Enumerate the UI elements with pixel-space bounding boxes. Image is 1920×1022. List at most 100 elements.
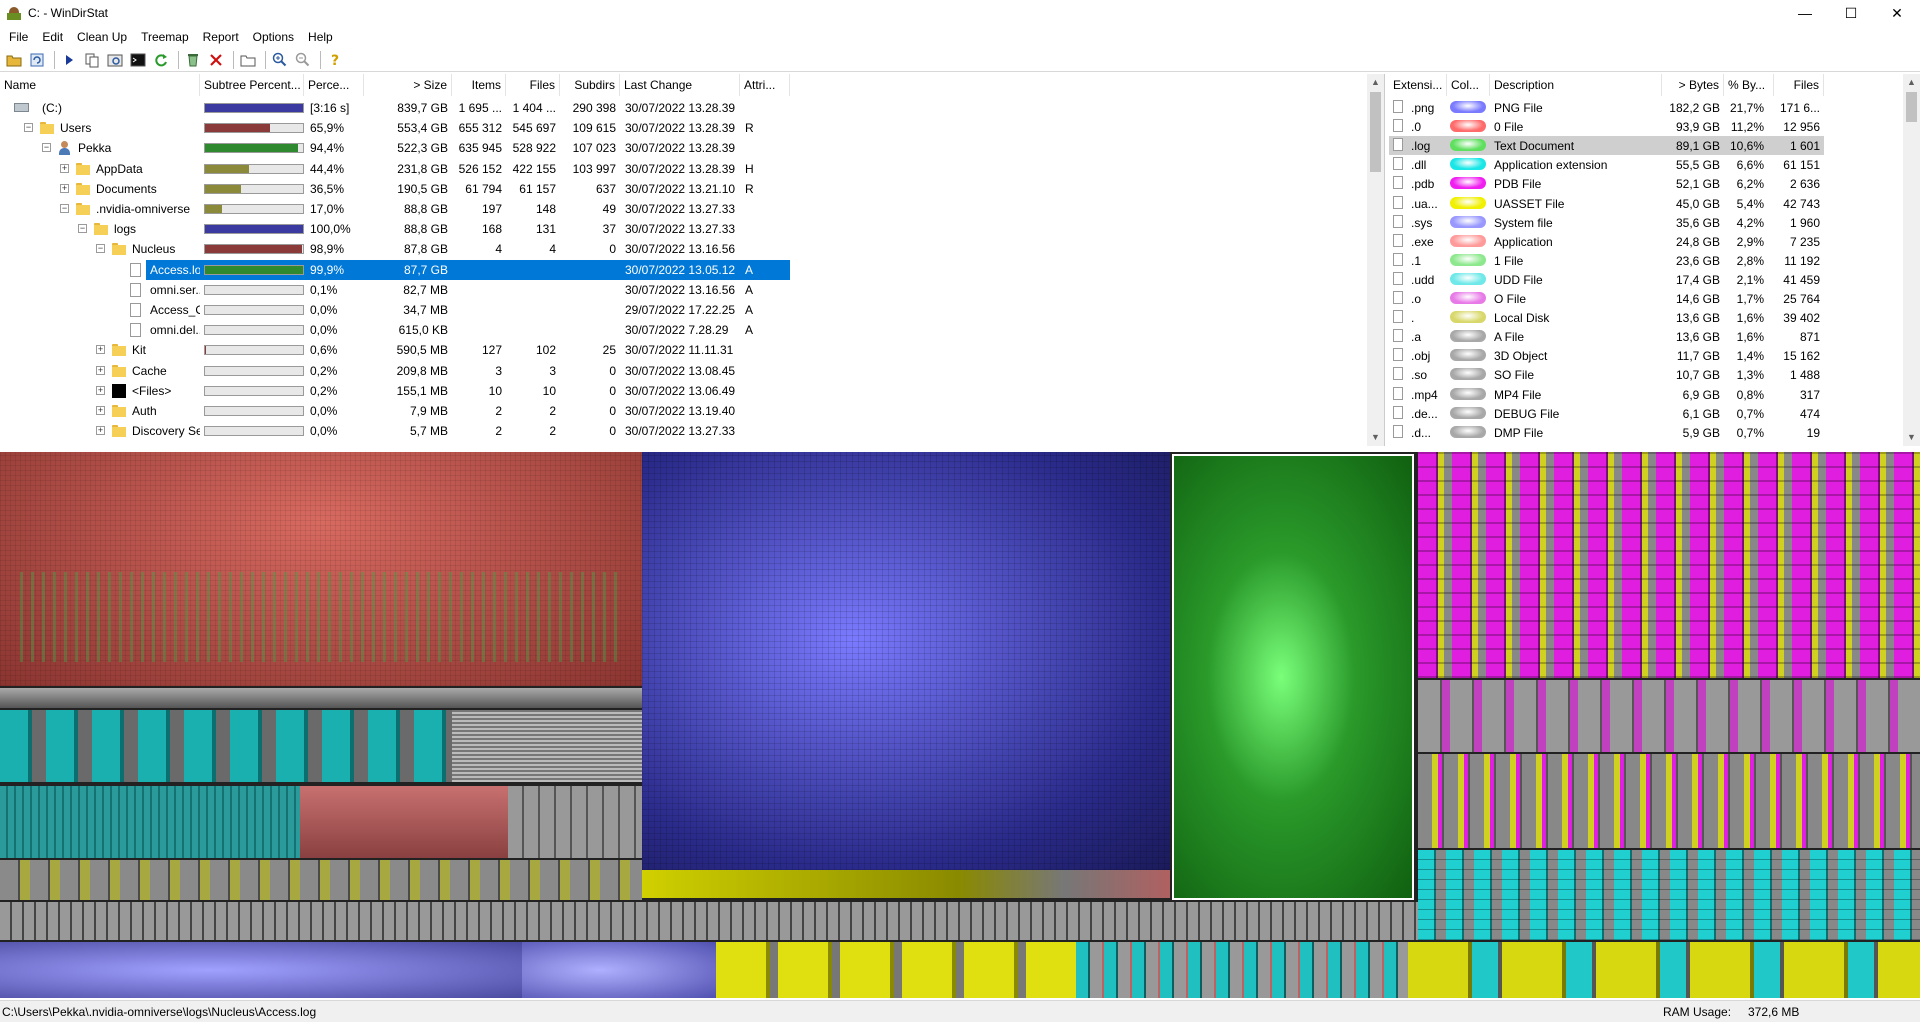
command-prompt-icon[interactable] <box>128 50 148 70</box>
tree-row[interactable]: + <Files> 0,2% 155,1 MB 10 10 0 30/07/2022 13.0… <box>0 381 790 401</box>
col-items[interactable]: Items <box>452 74 506 96</box>
tree-row[interactable]: + Documents 36,5% 190,5 GB 61 794 61 157 637 30… <box>0 179 790 199</box>
help-icon[interactable]: ? <box>325 50 345 70</box>
scroll-thumb[interactable] <box>1906 92 1917 122</box>
expand-icon[interactable]: + <box>96 385 105 395</box>
treemap-block[interactable] <box>300 786 508 858</box>
extension-row[interactable]: .obj 3D Object 11,7 GB 1,4% 15 162 <box>1389 346 1824 365</box>
treemap-block[interactable] <box>0 710 452 782</box>
col-color[interactable]: Col... <box>1447 74 1490 96</box>
tree-row[interactable]: Access_O... 0,0% 34,7 MB 29/07/2022 17.22.2… <box>0 300 790 320</box>
tree-row[interactable]: + Discovery Se... 0,0% 5,7 MB 2 2 0 30/07/2022 … <box>0 421 790 441</box>
treemap-block[interactable] <box>0 786 300 858</box>
col-extension[interactable]: Extensi... <box>1389 74 1447 96</box>
col-subdirs[interactable]: Subdirs <box>560 74 620 96</box>
tree-scrollbar[interactable]: ▲ ▼ <box>1367 74 1384 446</box>
scroll-down-icon[interactable]: ▼ <box>1903 429 1920 446</box>
tree-row[interactable]: + Auth 0,0% 7,9 MB 2 2 0 30/07/2022 13.19.40 <box>0 401 790 421</box>
extension-row[interactable]: .a A File 13,6 GB 1,6% 871 <box>1389 327 1824 346</box>
extension-row[interactable]: .png PNG File 182,2 GB 21,7% 171 6... <box>1389 98 1824 117</box>
delete-icon[interactable] <box>206 50 226 70</box>
menu-clean-up[interactable]: Clean Up <box>70 30 134 44</box>
menu-help[interactable]: Help <box>301 30 340 44</box>
col-percentage[interactable]: Perce... <box>304 74 364 96</box>
treemap[interactable] <box>0 452 1920 998</box>
treemap-selected-block[interactable] <box>1172 454 1414 900</box>
extension-row[interactable]: .udd UDD File 17,4 GB 2,1% 41 459 <box>1389 270 1824 289</box>
tree-row[interactable]: omni.ser... 0,1% 82,7 MB 30/07/2022 13.16.5… <box>0 280 790 300</box>
col-bytes[interactable]: > Bytes <box>1662 74 1724 96</box>
col-ext-files[interactable]: Files <box>1774 74 1824 96</box>
col-name[interactable]: Name <box>0 74 200 96</box>
zoom-in-icon[interactable] <box>270 50 290 70</box>
tree-row[interactable]: + Kit 0,6% 590,5 MB 127 102 25 30/07/2022 11.11… <box>0 340 790 360</box>
treemap-block[interactable] <box>0 942 522 998</box>
treemap-block[interactable] <box>1076 942 1408 998</box>
extension-row[interactable]: .d... DMP File 5,9 GB 0,7% 19 <box>1389 423 1824 442</box>
expand-icon[interactable]: + <box>96 426 105 436</box>
extension-row[interactable]: .de... DEBUG File 6,1 GB 0,7% 474 <box>1389 404 1824 423</box>
extension-row[interactable]: .sys System file 35,6 GB 4,2% 1 960 <box>1389 213 1824 232</box>
open-icon[interactable] <box>4 50 24 70</box>
scroll-up-icon[interactable]: ▲ <box>1367 74 1384 91</box>
expand-icon[interactable]: + <box>60 183 69 193</box>
collapse-icon[interactable]: − <box>96 244 105 254</box>
col-subtree-percent[interactable]: Subtree Percent... <box>200 74 304 96</box>
extension-row[interactable]: .pdb PDB File 52,1 GB 6,2% 2 636 <box>1389 174 1824 193</box>
close-button[interactable]: ✕ <box>1874 0 1920 26</box>
recycle-icon[interactable] <box>183 50 203 70</box>
tree-row[interactable]: − Pekka 94,4% 522,3 GB 635 945 528 922 107 023… <box>0 138 790 158</box>
expand-icon[interactable]: + <box>96 365 105 375</box>
collapse-icon[interactable]: − <box>60 204 69 213</box>
col-attributes[interactable]: Attri... <box>740 74 790 96</box>
scroll-up-icon[interactable]: ▲ <box>1903 74 1920 91</box>
col-size[interactable]: > Size <box>364 74 452 96</box>
copy-path-icon[interactable] <box>82 50 102 70</box>
extension-row[interactable]: .1 1 File 23,6 GB 2,8% 11 192 <box>1389 251 1824 270</box>
refresh-icon[interactable] <box>151 50 171 70</box>
menu-report[interactable]: Report <box>196 30 246 44</box>
ext-scrollbar[interactable]: ▲ ▼ <box>1903 74 1920 446</box>
tree-row[interactable]: − Users 65,9% 553,4 GB 655 312 545 697 109 615… <box>0 118 790 138</box>
minimize-button[interactable]: — <box>1782 0 1828 26</box>
treemap-block[interactable] <box>716 942 1076 998</box>
explorer-icon[interactable] <box>105 50 125 70</box>
tree-row[interactable]: omni.del... 0,0% 615,0 KB 30/07/2022 7.28.2… <box>0 320 790 340</box>
scroll-down-icon[interactable]: ▼ <box>1367 429 1384 446</box>
collapse-icon[interactable]: − <box>24 123 33 133</box>
tree-row[interactable]: − logs 100,0% 88,8 GB 168 131 37 30/07/2022 13.… <box>0 219 790 239</box>
zoom-out-icon[interactable] <box>293 50 313 70</box>
maximize-button[interactable]: ☐ <box>1828 0 1874 26</box>
tree-row[interactable]: Access.log 99,9%87,7 GB 30/07/2022 13.05.1… <box>0 259 790 280</box>
collapse-icon[interactable]: − <box>78 224 87 234</box>
menu-file[interactable]: File <box>2 30 35 44</box>
menu-options[interactable]: Options <box>246 30 301 44</box>
extension-row[interactable]: .so SO File 10,7 GB 1,3% 1 488 <box>1389 365 1824 384</box>
tree-row[interactable]: − .nvidia-omniverse 17,0% 88,8 GB 197 148 49 30… <box>0 199 790 219</box>
extension-row[interactable]: .log Text Document 89,1 GB 10,6% 1 601 <box>1389 136 1824 156</box>
menu-treemap[interactable]: Treemap <box>134 30 196 44</box>
extension-list[interactable]: Extensi... Col... Description > Bytes % … <box>1389 74 1920 446</box>
directory-tree[interactable]: Name Subtree Percent... Perce... > Size … <box>0 74 1385 446</box>
refresh-all-icon[interactable] <box>27 50 47 70</box>
scroll-thumb[interactable] <box>1370 92 1381 172</box>
new-folder-icon[interactable] <box>238 50 258 70</box>
tree-row[interactable]: − Nucleus 98,9% 87,8 GB 4 4 0 30/07/2022 13.16.… <box>0 239 790 259</box>
collapse-icon[interactable]: − <box>42 143 51 153</box>
extension-row[interactable]: .o O File 14,6 GB 1,7% 25 764 <box>1389 289 1824 308</box>
extension-row[interactable]: .mp4 MP4 File 6,9 GB 0,8% 317 <box>1389 385 1824 404</box>
treemap-block[interactable] <box>522 942 716 998</box>
extension-row[interactable]: .0 0 File 93,9 GB 11,2% 12 956 <box>1389 117 1824 136</box>
extension-row[interactable]: .exe Application 24,8 GB 2,9% 7 235 <box>1389 232 1824 251</box>
col-last-change[interactable]: Last Change <box>620 74 740 96</box>
extension-row[interactable]: .ua... UASSET File 45,0 GB 5,4% 42 743 <box>1389 194 1824 213</box>
expand-icon[interactable]: + <box>96 406 105 415</box>
play-icon[interactable] <box>59 50 79 70</box>
menu-edit[interactable]: Edit <box>35 30 70 44</box>
col-description[interactable]: Description <box>1490 74 1662 96</box>
extension-row[interactable]: .dll Application extension 55,5 GB 6,6% 61 1… <box>1389 155 1824 174</box>
extension-row[interactable]: . Local Disk 13,6 GB 1,6% 39 402 <box>1389 308 1824 327</box>
expand-icon[interactable]: + <box>60 163 69 173</box>
treemap-block[interactable] <box>1408 942 1920 998</box>
treemap-block[interactable] <box>642 870 1170 898</box>
